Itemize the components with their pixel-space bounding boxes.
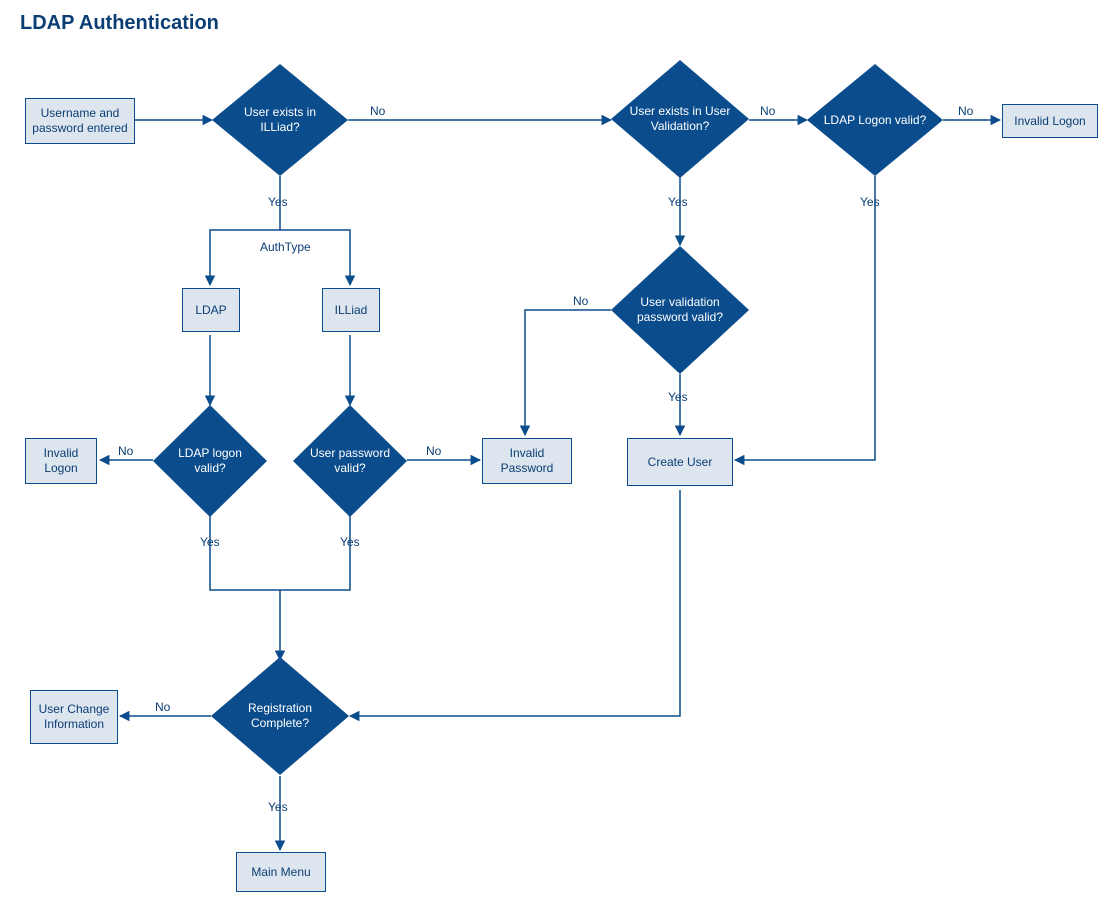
edge-label-no: No (155, 700, 170, 714)
decision-user-exists-illiad: User exists in ILLiad? (212, 64, 348, 176)
edge-label-yes: Yes (200, 535, 220, 549)
edge-label-yes: Yes (668, 195, 688, 209)
edge-label-yes: Yes (268, 195, 288, 209)
decision-label: User validation password valid? (611, 246, 749, 374)
edge-label-no: No (370, 104, 385, 118)
invalid-logon-left-box: Invalid Logon (25, 438, 97, 484)
create-user-box: Create User (627, 438, 733, 486)
decision-label: LDAP logon valid? (153, 405, 267, 517)
edge-label-yes: Yes (860, 195, 880, 209)
edge-label-authtype: AuthType (260, 240, 311, 254)
invalid-password-box: Invalid Password (482, 438, 572, 484)
main-menu-box: Main Menu (236, 852, 326, 892)
edge-label-yes: Yes (268, 800, 288, 814)
invalid-logon-right-box: Invalid Logon (1002, 104, 1098, 138)
decision-ldap-logon-valid-left: LDAP logon valid? (153, 405, 267, 517)
decision-label: Registration Complete? (211, 657, 349, 775)
decision-registration-complete: Registration Complete? (211, 657, 349, 775)
edge-label-no: No (958, 104, 973, 118)
authtype-ldap-box: LDAP (182, 288, 240, 332)
decision-user-validation-password: User validation password valid? (611, 246, 749, 374)
decision-user-exists-validation: User exists in User Validation? (611, 60, 749, 178)
decision-label: User password valid? (293, 405, 407, 517)
authtype-illiad-box: ILLiad (322, 288, 380, 332)
decision-user-password-valid: User password valid? (293, 405, 407, 517)
edge-label-no: No (118, 444, 133, 458)
edge-label-yes: Yes (668, 390, 688, 404)
decision-label: LDAP Logon valid? (807, 64, 943, 176)
decision-label: User exists in User Validation? (611, 60, 749, 178)
decision-label: User exists in ILLiad? (212, 64, 348, 176)
edge-label-no: No (760, 104, 775, 118)
edge-label-yes: Yes (340, 535, 360, 549)
user-change-box: User Change Information (30, 690, 118, 744)
edge-label-no: No (573, 294, 588, 308)
start-box: Username and password entered (25, 98, 135, 144)
edge-label-no: No (426, 444, 441, 458)
decision-ldap-logon-valid-top: LDAP Logon valid? (807, 64, 943, 176)
flowchart-canvas: Username and password entered LDAP ILLia… (0, 0, 1110, 920)
